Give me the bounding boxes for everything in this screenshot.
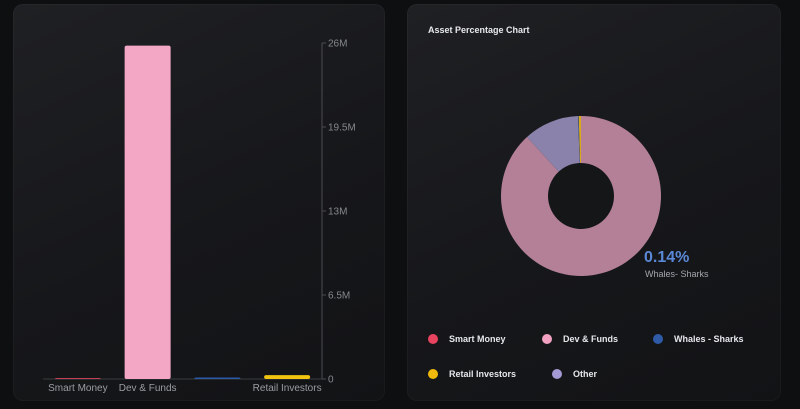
bar[interactable] <box>264 375 311 379</box>
legend-label: Dev & Funds <box>563 334 619 344</box>
y-tick-label: 0 <box>328 375 334 386</box>
legend-dot-icon <box>653 334 663 344</box>
donut-chart-panel: Asset Percentage Chart 0.14% Whales- Sha… <box>407 4 781 401</box>
donut-hole <box>548 163 614 229</box>
y-tick-label: 26M <box>328 39 347 50</box>
legend-dot-icon <box>428 369 438 379</box>
y-tick-label: 19.5M <box>328 123 356 134</box>
bar[interactable] <box>124 45 171 379</box>
y-tick-label: 6.5M <box>328 291 350 302</box>
legend-dot-icon <box>552 369 562 379</box>
highlight-percent: 0.14% <box>644 249 690 266</box>
legend-dot-icon <box>428 334 438 344</box>
legend-item[interactable]: Whales - Sharks <box>653 334 744 344</box>
bar-chart-panel: 0 6.5M 13M 19.5M 26M Smart Money Dev & Funds Re… <box>13 4 385 401</box>
legend-item[interactable]: Smart Money <box>428 334 506 344</box>
legend-label: Other <box>573 369 598 379</box>
y-tick-label: 13M <box>328 207 347 218</box>
legend-label: Retail Investors <box>449 369 517 379</box>
legend-item[interactable]: Retail Investors <box>428 369 516 379</box>
legend-label: Smart Money <box>449 334 506 344</box>
legend-item[interactable]: Other <box>552 369 597 379</box>
legend-label: Whales - Sharks <box>674 334 744 344</box>
highlight-name: Whales- Sharks <box>645 269 709 279</box>
bar[interactable] <box>194 377 241 380</box>
legend-dot-icon <box>542 334 552 344</box>
bar-chart: 0 6.5M 13M 19.5M 26M Smart Money Dev & Funds Re… <box>43 39 356 394</box>
bar[interactable] <box>54 378 101 379</box>
x-category-label: Smart Money <box>48 383 107 394</box>
legend-item[interactable]: Dev & Funds <box>542 334 618 344</box>
x-category-label: Dev & Funds <box>119 383 177 394</box>
x-category-label: Retail Investors <box>253 383 322 394</box>
